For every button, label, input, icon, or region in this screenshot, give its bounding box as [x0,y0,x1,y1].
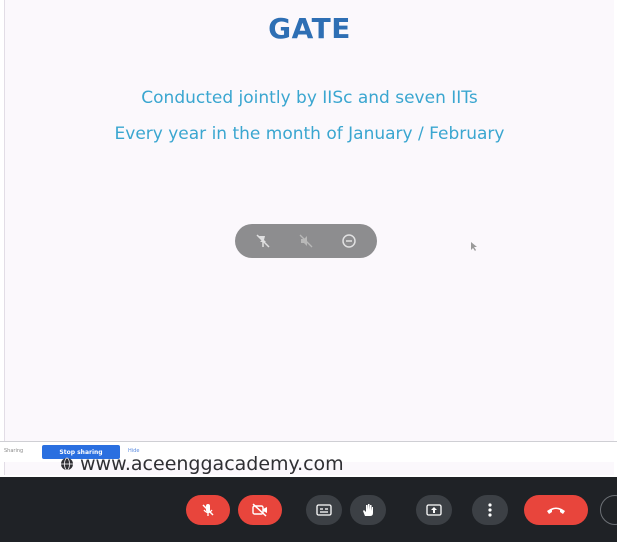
extra-control-button[interactable] [600,495,617,525]
mic-toggle-button[interactable] [186,495,230,525]
slide-line-1: Conducted jointly by IISc and seven IITs [141,88,478,108]
remove-icon[interactable] [337,229,361,253]
shared-slide: GATE Conducted jointly by IISc and seven… [4,0,614,475]
share-status-label: Sharing [4,448,24,454]
mouse-cursor-icon [471,237,479,256]
camera-toggle-button[interactable] [238,495,282,525]
meeting-toolbar [0,477,617,542]
pin-off-icon[interactable] [251,229,275,253]
raise-hand-button[interactable] [350,495,386,525]
present-screen-button[interactable] [416,495,452,525]
slide-title: GATE [268,12,351,45]
globe-icon [61,457,73,471]
slide-line-2: Every year in the month of January / Feb… [114,124,505,144]
watermark-text: www.aceenggacademy.com [80,453,344,475]
raise-hand-icon [363,504,373,516]
captions-button[interactable] [306,495,342,525]
mute-off-icon[interactable] [294,229,318,253]
tile-hover-controls [235,224,377,258]
captions-icon [316,504,332,516]
present-screen-icon [426,504,442,516]
mic-off-icon [202,504,214,516]
website-watermark: www.aceenggacademy.com [60,450,344,478]
more-options-button[interactable] [472,495,508,525]
end-call-icon [547,507,565,514]
camera-off-icon [252,503,267,517]
more-options-icon [488,503,492,517]
leave-call-button[interactable] [524,495,588,525]
